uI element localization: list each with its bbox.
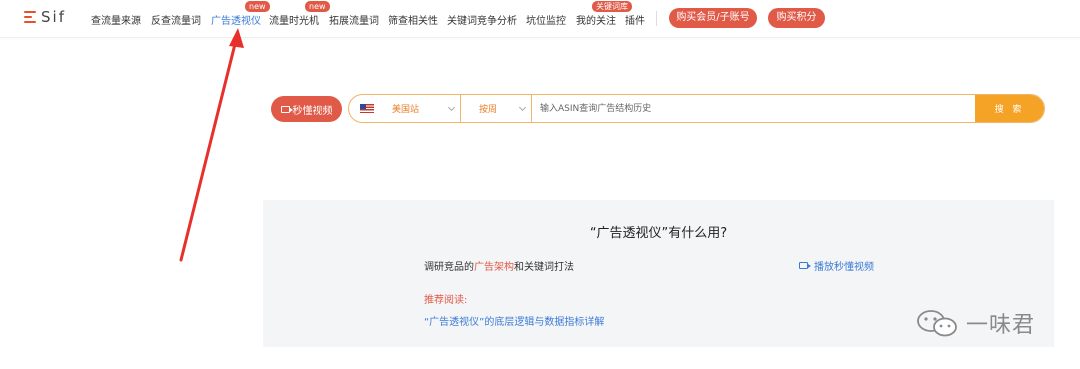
nav-item-traffic-source[interactable]: 查流量来源	[91, 12, 141, 27]
usage-highlight: 广告架构	[474, 262, 514, 273]
recommend-label: 推荐阅读:	[424, 295, 468, 306]
wechat-icon	[917, 310, 957, 337]
menu-icon	[24, 11, 36, 23]
watermark: 一味君	[916, 307, 1035, 339]
nav-item-expand-keywords[interactable]: 拓展流量词	[329, 12, 379, 27]
video-icon	[280, 105, 293, 113]
new-badge: new	[245, 1, 270, 12]
period-select[interactable]: 按周	[461, 95, 531, 122]
usage-prefix: 调研竞品的	[424, 262, 474, 273]
usage-description: 调研竞品的广告架构和关键词打法	[424, 258, 574, 273]
watermark-text: 一味君	[966, 313, 1036, 338]
panel-title: “广告透视仪”有什么用?	[589, 226, 728, 241]
nav-item-reverse-keywords[interactable]: 反查流量词	[151, 12, 201, 27]
quick-video-label: 秒懂视频	[292, 105, 333, 117]
nav-item-slot-monitor[interactable]: 坑位监控	[526, 12, 566, 27]
buy-points-button[interactable]: 购买积分	[768, 8, 825, 28]
new-badge: new	[305, 1, 330, 12]
nav-item-keyword-competition[interactable]: 关键词竞争分析	[447, 12, 517, 27]
logo-text: Sif	[41, 8, 66, 26]
nav-item-traffic-time-machine[interactable]: 流量时光机	[269, 12, 319, 27]
nav-item-relevance-check[interactable]: 筛查相关性	[388, 12, 438, 27]
keyword-library-badge: 关键词库	[592, 1, 632, 12]
quick-video-button[interactable]: 秒懂视频	[271, 96, 342, 122]
nav-item-plugin[interactable]: 插件	[625, 12, 645, 27]
logo[interactable]: Sif	[24, 8, 66, 26]
chevron-down-icon	[518, 103, 527, 112]
top-nav: Sif 查流量来源 反查流量词 广告透视仪 new 流量时光机 new 拓展流量…	[0, 0, 1080, 38]
play-video-link[interactable]: 播放秒懂视频	[799, 258, 874, 273]
nav-item-ad-insight[interactable]: 广告透视仪	[211, 12, 261, 27]
video-icon	[799, 262, 811, 269]
search-button[interactable]: 搜 索	[975, 95, 1044, 122]
usage-suffix: 和关键词打法	[514, 262, 574, 273]
nav-divider	[656, 11, 657, 26]
asin-search-input[interactable]	[532, 95, 977, 122]
chevron-down-icon	[447, 103, 456, 112]
marketplace-value: 美国站	[392, 105, 420, 115]
buy-member-button[interactable]: 购买会员/子账号	[669, 8, 757, 28]
recommend-article-link[interactable]: “广告透视仪”的底层逻辑与数据指标详解	[424, 313, 604, 328]
us-flag-icon	[360, 104, 374, 113]
nav-item-my-follows[interactable]: 我的关注	[576, 12, 616, 27]
play-video-label: 播放秒懂视频	[814, 262, 874, 273]
page: Sif 查流量来源 反查流量词 广告透视仪 new 流量时光机 new 拓展流量…	[0, 0, 1080, 369]
marketplace-select[interactable]: 美国站	[349, 95, 460, 122]
search-bar: 美国站 按周 搜 索	[348, 94, 1045, 123]
period-value: 按周	[479, 105, 498, 115]
